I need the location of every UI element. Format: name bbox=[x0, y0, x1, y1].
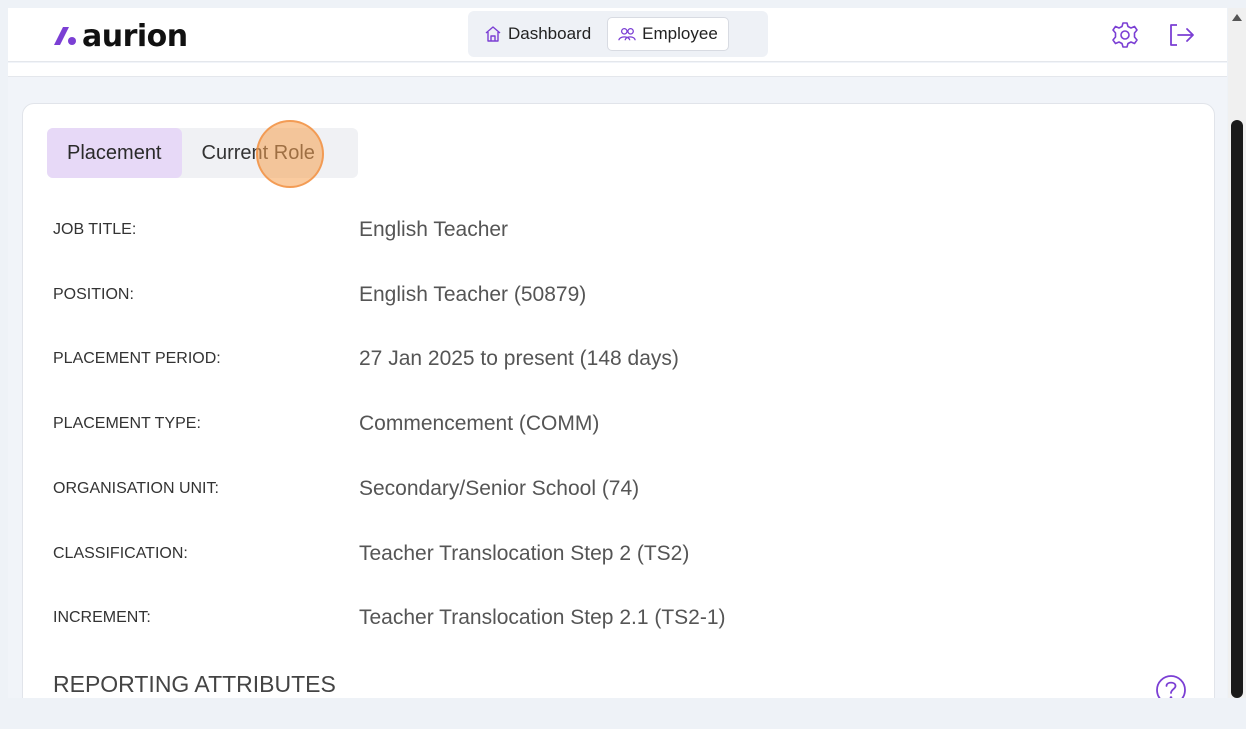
field-label: PLACEMENT TYPE: bbox=[53, 415, 201, 432]
field-row-job-title: JOB TITLE: English Teacher bbox=[53, 215, 1153, 245]
field-label: PLACEMENT PERIOD: bbox=[53, 350, 221, 367]
scrollbar-thumb[interactable] bbox=[1231, 120, 1243, 698]
help-button[interactable] bbox=[1154, 673, 1188, 698]
scroll-up-arrow-icon[interactable] bbox=[1232, 14, 1242, 21]
nav-dashboard-label: Dashboard bbox=[508, 24, 592, 43]
field-value: English Teacher bbox=[359, 218, 509, 241]
page-scrollbar[interactable] bbox=[1228, 8, 1246, 698]
logout-icon bbox=[1170, 24, 1194, 46]
reporting-attributes-heading: REPORTING ATTRIBUTES bbox=[53, 671, 336, 697]
tab-current-role[interactable]: Current Role bbox=[182, 128, 335, 178]
aurion-logo[interactable]: aurion bbox=[52, 16, 188, 56]
main-nav: Dashboard Employee bbox=[468, 11, 768, 57]
tab-bar: Placement Current Role bbox=[47, 128, 358, 178]
sub-header-bar bbox=[8, 63, 1227, 77]
logout-button[interactable] bbox=[1166, 20, 1196, 50]
field-row-classification: CLASSIFICATION: Teacher Translocation St… bbox=[53, 539, 1153, 569]
field-row-position: POSITION: English Teacher (50879) bbox=[53, 280, 1153, 310]
field-label: INCREMENT: bbox=[53, 609, 151, 626]
logo-mark-icon bbox=[54, 27, 76, 45]
help-icon bbox=[1156, 675, 1186, 698]
gear-icon bbox=[1112, 22, 1138, 48]
nav-dashboard-button[interactable]: Dashboard bbox=[474, 17, 601, 51]
field-value: Teacher Translocation Step 2.1 (TS2-1) bbox=[359, 606, 726, 629]
placement-card: Placement Current Role JOB TITLE: Englis… bbox=[22, 103, 1215, 698]
tab-placement[interactable]: Placement bbox=[47, 128, 182, 178]
field-value: Commencement (COMM) bbox=[359, 412, 600, 435]
field-row-placement-period: PLACEMENT PERIOD: 27 Jan 2025 to present… bbox=[53, 344, 1153, 374]
app-viewport: aurion Dashboard Employee Placement Curr… bbox=[8, 8, 1227, 698]
nav-employee-button[interactable]: Employee bbox=[607, 17, 729, 51]
field-label: JOB TITLE: bbox=[53, 221, 137, 238]
field-value: Secondary/Senior School (74) bbox=[359, 477, 640, 500]
nav-employee-label: Employee bbox=[642, 24, 718, 43]
settings-button[interactable] bbox=[1110, 20, 1140, 50]
field-value: 27 Jan 2025 to present (148 days) bbox=[359, 347, 679, 370]
field-row-placement-type: PLACEMENT TYPE: Commencement (COMM) bbox=[53, 409, 1153, 439]
logo-text: aurion bbox=[82, 18, 188, 54]
field-row-increment: INCREMENT: Teacher Translocation Step 2.… bbox=[53, 603, 1153, 633]
field-label: ORGANISATION UNIT: bbox=[53, 480, 219, 497]
field-value: English Teacher (50879) bbox=[359, 283, 587, 306]
home-icon bbox=[485, 26, 501, 42]
field-label: POSITION: bbox=[53, 286, 134, 303]
field-label: CLASSIFICATION: bbox=[53, 545, 188, 562]
field-row-organisation-unit: ORGANISATION UNIT: Secondary/Senior Scho… bbox=[53, 474, 1153, 504]
top-navigation-bar: aurion Dashboard Employee bbox=[8, 8, 1227, 62]
field-value: Teacher Translocation Step 2 (TS2) bbox=[359, 542, 690, 565]
people-icon bbox=[618, 27, 636, 41]
